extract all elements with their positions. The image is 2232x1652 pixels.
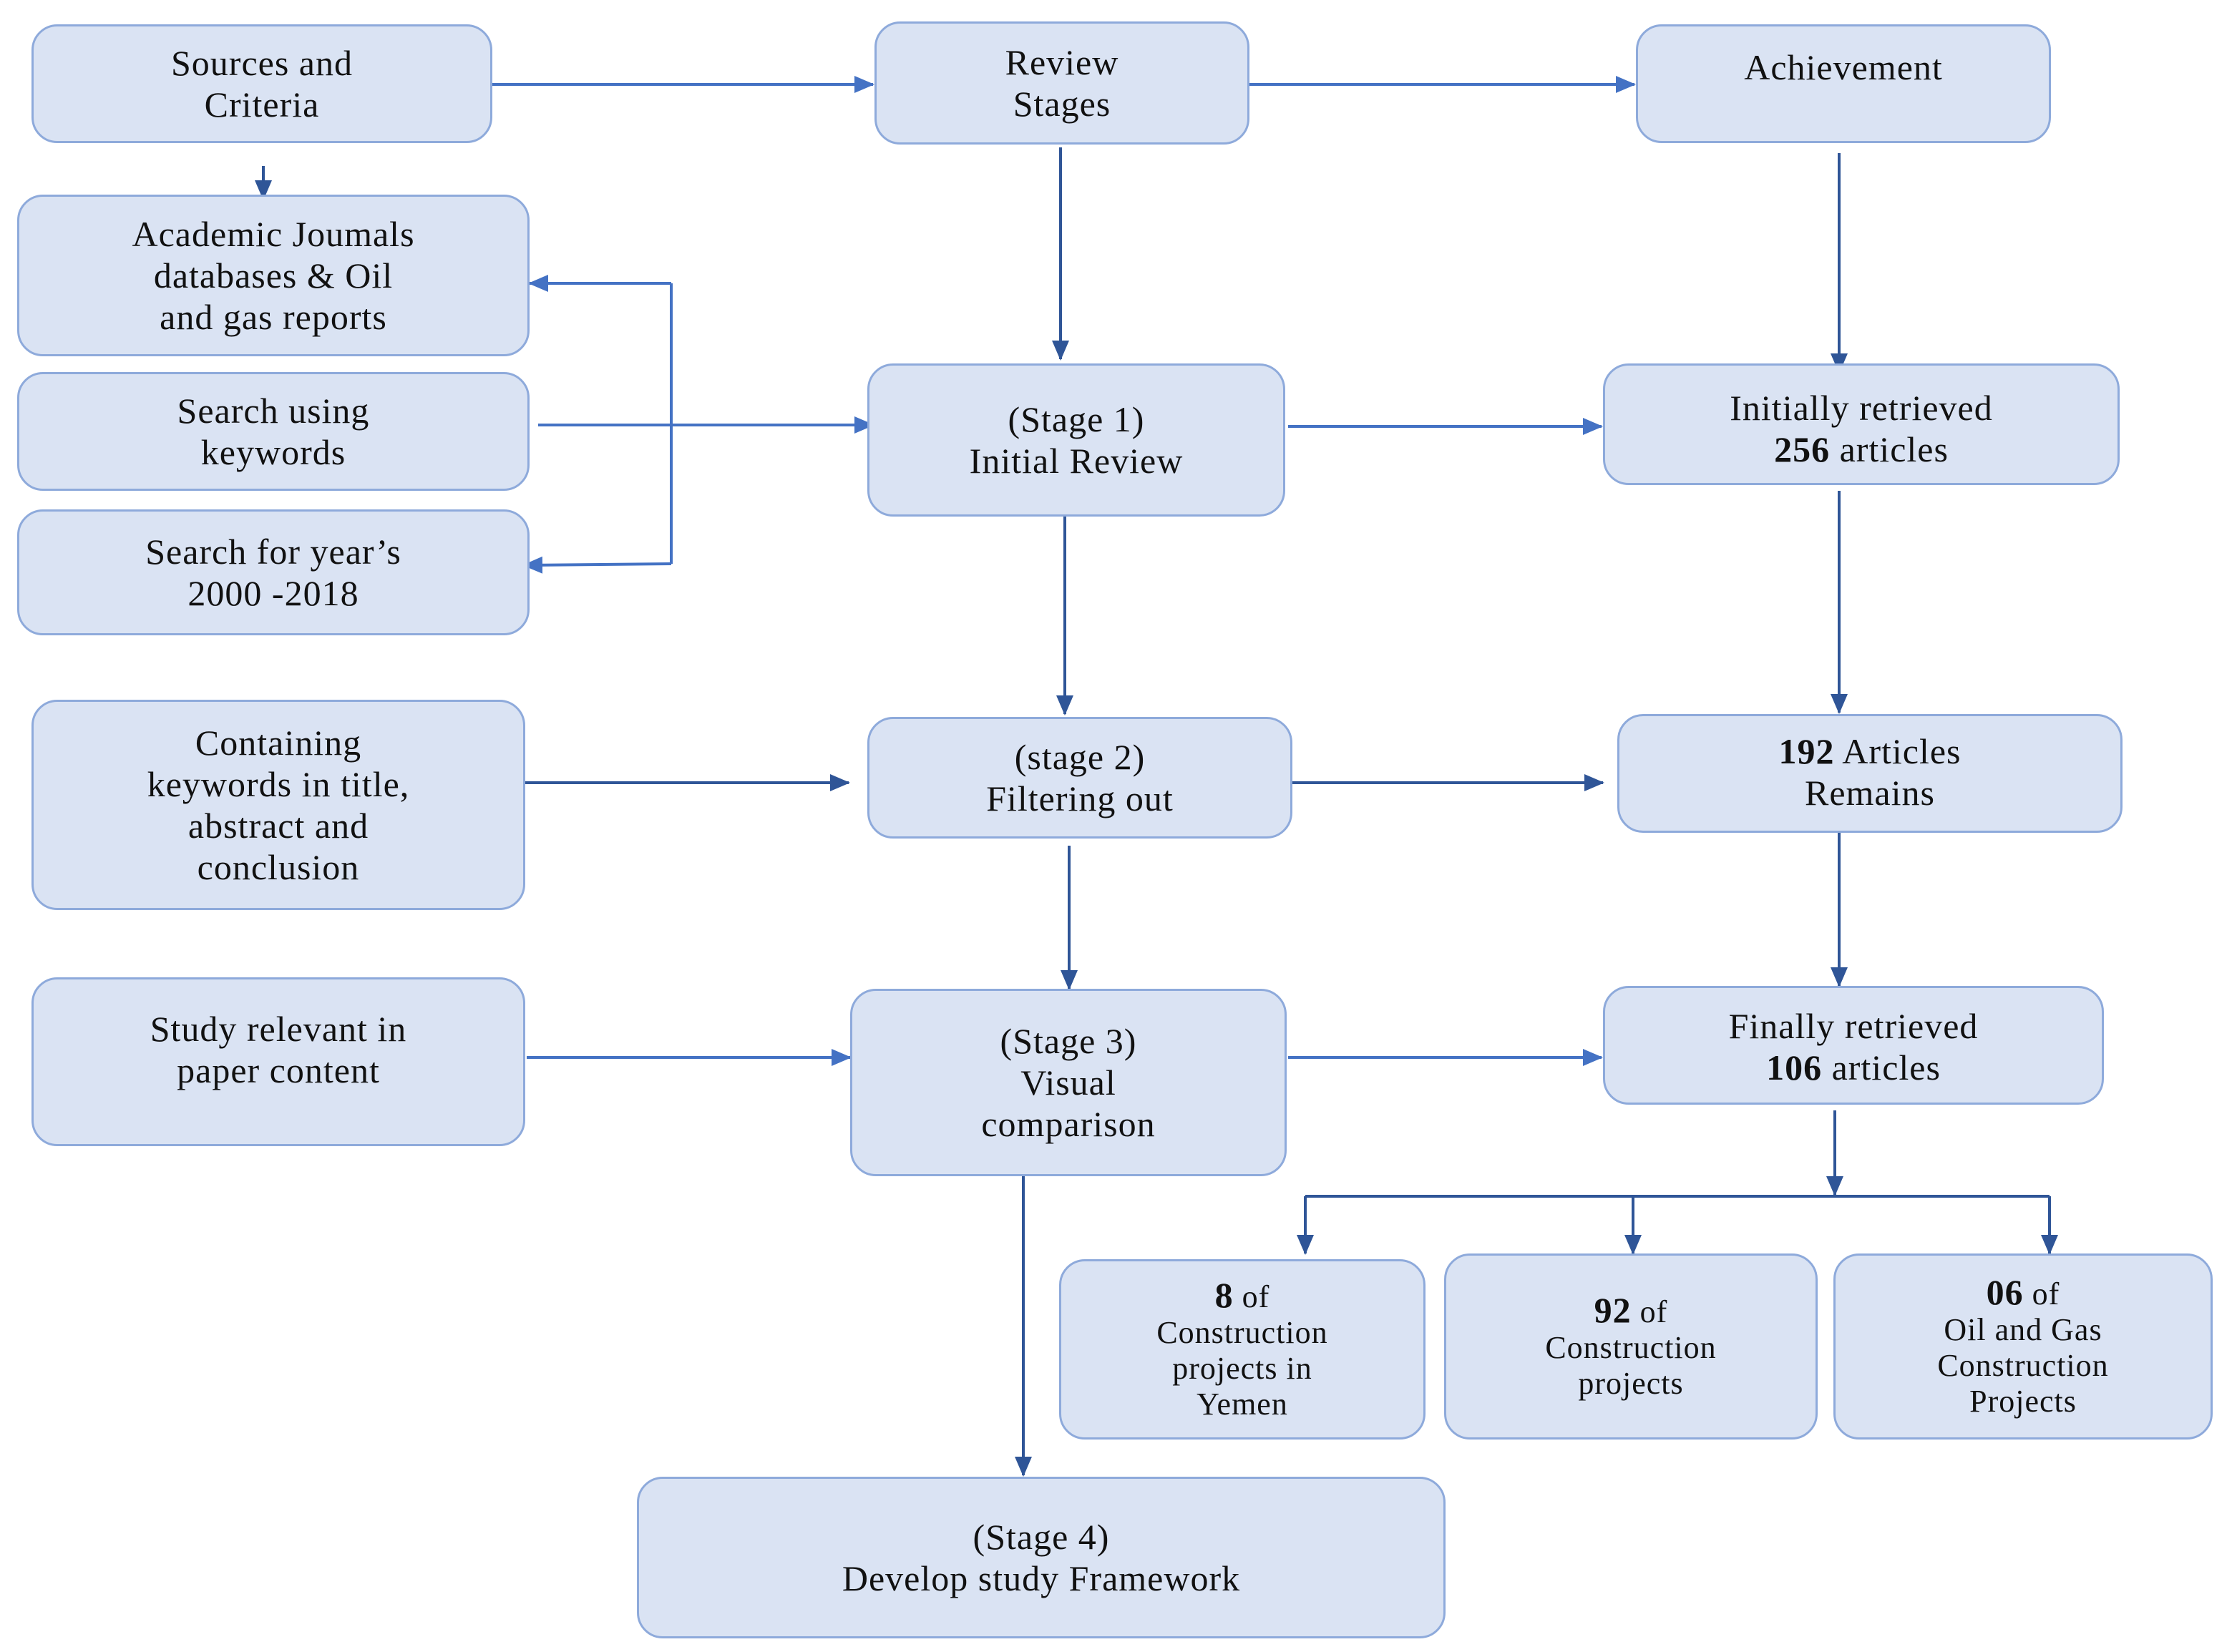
keywords-line1: Search using: [177, 391, 370, 431]
journals-box: Academic Joumals databases & Oil and gas…: [17, 195, 530, 356]
remaining-line2: Remains: [1805, 773, 1935, 813]
initial-line1: Initially retrieved: [1730, 388, 1993, 428]
construction-line1: 92 of: [1594, 1292, 1668, 1330]
review-stages-box: Review Stages: [874, 21, 1249, 145]
yemen-line3: projects in: [1172, 1350, 1312, 1386]
oilgas-count: 06: [1986, 1271, 2024, 1312]
stage2-box: (stage 2) Filtering out: [867, 717, 1292, 839]
years-line2: 2000 -2018: [187, 573, 359, 613]
journals-line2: databases & Oil: [153, 255, 394, 295]
oilgas-line4: Projects: [1969, 1383, 2077, 1419]
oilgas-suffix: of: [2023, 1276, 2060, 1311]
keywords-line2: keywords: [200, 432, 346, 472]
years-line1: Search for year’s: [145, 532, 401, 572]
stage3-line3: comparison: [981, 1104, 1156, 1144]
oilgas-line1: 06 of: [1987, 1274, 2060, 1312]
oilgas-line3: Construction: [1937, 1347, 2109, 1383]
stage1-box: (Stage 1) Initial Review: [867, 363, 1285, 517]
stage3-line2: Visual: [1020, 1062, 1116, 1103]
remaining-count: 192: [1778, 731, 1835, 771]
construction-count: 92: [1594, 1289, 1632, 1330]
relevant-line2: paper content: [177, 1050, 380, 1090]
journals-line1: Academic Joumals: [132, 214, 415, 254]
yemen-count: 8: [1214, 1274, 1234, 1315]
stage4-box: (Stage 4) Develop study Framework: [637, 1477, 1446, 1638]
yemen-line2: Construction: [1156, 1314, 1328, 1350]
final-line1: Finally retrieved: [1728, 1006, 1979, 1046]
initial-count: 256: [1774, 429, 1831, 469]
initial-line2: 256 articles: [1774, 429, 1949, 470]
stage3-box: (Stage 3) Visual comparison: [850, 989, 1287, 1176]
sources-criteria-box: Sources and Criteria: [31, 24, 492, 143]
containing-line1: Containing: [195, 723, 362, 763]
remaining-box: 192 Articles Remains: [1617, 714, 2123, 833]
stage4-line2: Develop study Framework: [842, 1558, 1241, 1598]
yemen-line1: 8 of: [1215, 1277, 1270, 1315]
keywords-box: Search using keywords: [17, 372, 530, 491]
review-stages-line1: Review: [1005, 42, 1119, 82]
initial-retrieved-box: Initially retrieved 256 articles: [1603, 363, 2120, 485]
final-retrieved-box: Finally retrieved 106 articles: [1603, 986, 2104, 1105]
breakdown-yemen-box: 8 of Construction projects in Yemen: [1059, 1259, 1426, 1440]
achievement-label: Achievement: [1744, 47, 1943, 87]
containing-line3: abstract and: [187, 806, 369, 846]
remaining-suffix: Articles: [1834, 731, 1961, 771]
containing-line2: keywords in title,: [147, 764, 410, 804]
yemen-suffix: of: [1233, 1279, 1270, 1314]
containing-box: Containing keywords in title, abstract a…: [31, 700, 525, 910]
arrow-bracket-to-years: [522, 556, 672, 574]
yemen-line4: Yemen: [1197, 1386, 1288, 1422]
sources-label-line2: Criteria: [204, 84, 320, 124]
achievement-box: Achievement: [1636, 24, 2051, 143]
stage3-line1: (Stage 3): [1000, 1021, 1137, 1061]
relevant-line1: Study relevant in: [150, 1009, 407, 1049]
breakdown-oilgas-box: 06 of Oil and Gas Construction Projects: [1833, 1253, 2213, 1440]
relevant-box: Study relevant in paper content: [31, 977, 525, 1146]
sources-label-line1: Sources and: [171, 43, 353, 83]
construction-suffix: of: [1631, 1294, 1668, 1329]
years-box: Search for year’s 2000 -2018: [17, 509, 530, 635]
final-count: 106: [1766, 1047, 1823, 1088]
stage2-line2: Filtering out: [986, 778, 1174, 818]
stage4-line1: (Stage 4): [973, 1517, 1110, 1557]
stage1-line2: Initial Review: [969, 441, 1184, 481]
initial-suffix: articles: [1830, 429, 1949, 469]
final-suffix: articles: [1822, 1047, 1941, 1088]
construction-line3: projects: [1578, 1365, 1684, 1401]
review-stages-line2: Stages: [1013, 84, 1111, 124]
construction-line2: Construction: [1545, 1329, 1717, 1365]
breakdown-construction-box: 92 of Construction projects: [1444, 1253, 1818, 1440]
final-line2: 106 articles: [1766, 1047, 1941, 1088]
containing-line4: conclusion: [197, 847, 360, 887]
stage2-line1: (stage 2): [1014, 737, 1146, 777]
stage1-line1: (Stage 1): [1008, 399, 1145, 439]
journals-line3: and gas reports: [160, 297, 387, 337]
oilgas-line2: Oil and Gas: [1944, 1311, 2102, 1347]
remaining-line1: 192 Articles: [1778, 730, 1961, 772]
